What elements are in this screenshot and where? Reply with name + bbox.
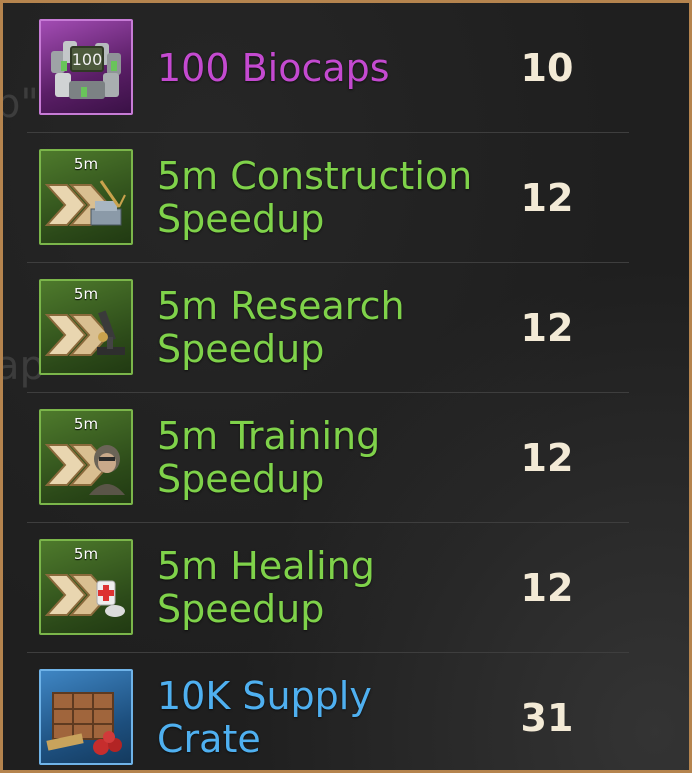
rewards-panel: p" ap 100	[0, 0, 692, 773]
item-name-line1: 5m Construction	[157, 154, 473, 198]
item-name-line1: 100 Biocaps	[157, 45, 390, 90]
reward-list: 100 100 Biocaps 10 5m 5m Construction Sp…	[3, 3, 643, 770]
item-name-line2: Speedup	[157, 327, 325, 371]
biocaps-badge: 100	[72, 50, 103, 69]
research-speedup-icon: 5m	[39, 279, 133, 375]
healing-speedup-icon: 5m	[39, 539, 133, 635]
item-name: 5m Research Speedup	[157, 263, 497, 393]
item-name: 100 Biocaps	[157, 3, 497, 133]
item-name-line2: Speedup	[157, 457, 325, 501]
list-item: 5m 5m Construction Speedup 12	[27, 133, 629, 263]
supply-crate-icon	[39, 669, 133, 765]
item-quantity: 12	[520, 436, 574, 480]
item-name: 5m Training Speedup	[157, 393, 497, 523]
biocaps-icon: 100	[39, 19, 133, 115]
item-name: 10K Supply Crate	[157, 653, 497, 770]
item-name-line1: 5m Research	[157, 284, 405, 328]
duration-label: 5m	[73, 545, 99, 563]
item-name-line2: Speedup	[157, 197, 325, 241]
list-item: 5m 5m Healing Speedup 12	[27, 523, 629, 653]
item-quantity: 10	[520, 46, 574, 90]
duration-label: 5m	[73, 155, 99, 173]
list-item: 100 100 Biocaps 10	[27, 3, 629, 133]
duration-label: 5m	[73, 285, 99, 303]
list-item: 5m 5m Research Speedup 12	[27, 263, 629, 393]
item-name: 5m Healing Speedup	[157, 523, 497, 653]
training-speedup-icon: 5m	[39, 409, 133, 505]
item-name-line1: 5m Healing	[157, 544, 375, 588]
item-quantity: 31	[520, 696, 574, 740]
item-quantity: 12	[520, 566, 574, 610]
item-name-line2: Speedup	[157, 587, 325, 631]
item-name-line2: Crate	[157, 717, 261, 761]
item-name-line1: 5m Training	[157, 414, 381, 458]
item-name-line1: 10K Supply	[157, 674, 372, 718]
duration-label: 5m	[73, 415, 99, 433]
item-quantity: 12	[520, 306, 574, 350]
list-item: 5m 5m Training Speedup 12	[27, 393, 629, 523]
list-item: 10K Supply Crate 31	[27, 653, 629, 770]
item-quantity: 12	[520, 176, 574, 220]
construction-speedup-icon: 5m	[39, 149, 133, 245]
item-name: 5m Construction Speedup	[157, 133, 497, 263]
